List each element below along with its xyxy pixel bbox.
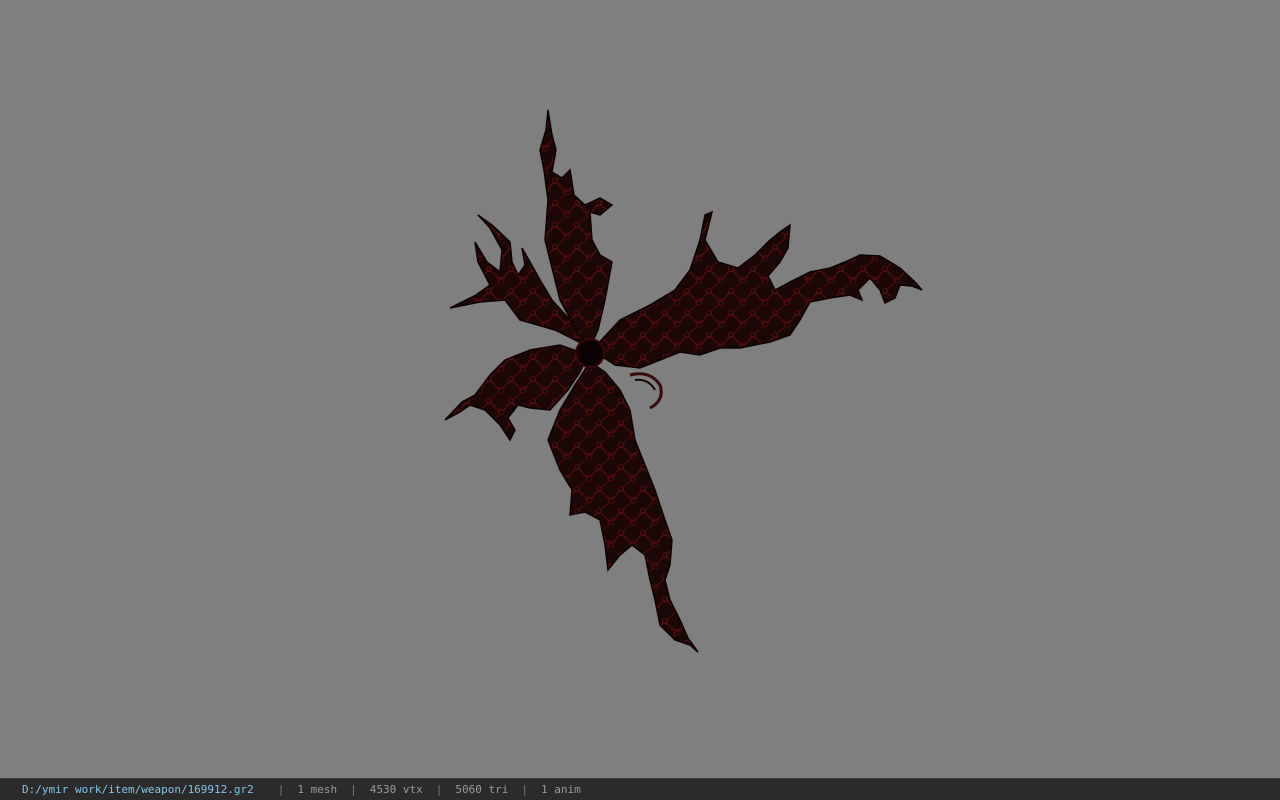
weapon-model-render[interactable] xyxy=(0,0,1280,778)
file-path: D:/ymir work/item/weapon/169912.gr2 xyxy=(22,783,254,796)
triangle-count: 5060 tri xyxy=(455,783,509,796)
separator: | xyxy=(350,783,357,796)
vertex-count: 4530 vtx xyxy=(369,783,423,796)
status-bar: D:/ymir work/item/weapon/169912.gr2 | 1 … xyxy=(0,778,1280,800)
mesh-count: 1 mesh xyxy=(297,783,338,796)
separator: | xyxy=(435,783,443,796)
model-blade-right xyxy=(590,210,923,369)
animation-count: 1 anim xyxy=(541,783,581,796)
model-viewport[interactable] xyxy=(0,0,1280,778)
separator: | xyxy=(521,783,529,796)
model-blade-bottom xyxy=(547,360,699,653)
separator: | xyxy=(277,783,285,796)
